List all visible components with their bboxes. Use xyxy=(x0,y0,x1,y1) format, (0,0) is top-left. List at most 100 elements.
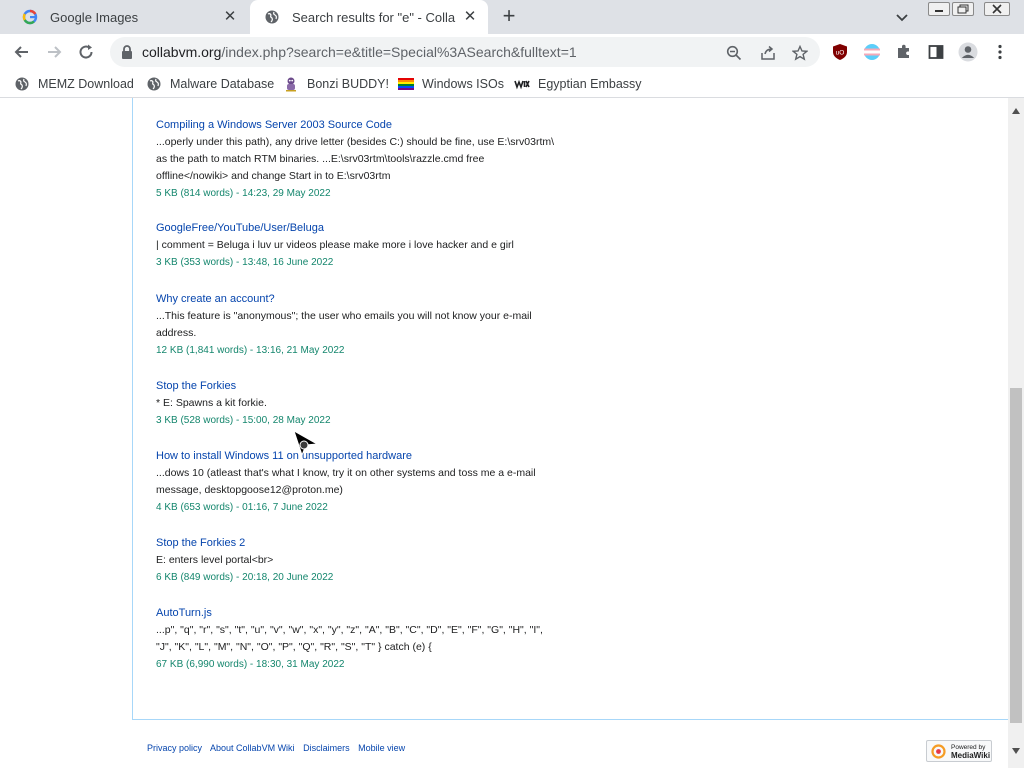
svg-text:uO: uO xyxy=(836,50,845,57)
powered-by-mediawiki-badge[interactable]: Powered by MediaWiki xyxy=(926,740,992,762)
mediawiki-icon xyxy=(931,744,946,759)
result-meta: 5 KB (814 words) - 14:23, 29 May 2022 xyxy=(156,188,331,199)
tab-search-results[interactable]: Search results for "e" - CollabVM ✕ xyxy=(250,0,488,34)
result-snippet: ...operly under this path), any drive le… xyxy=(156,136,555,148)
bonzi-icon xyxy=(286,77,296,92)
globe-icon xyxy=(15,77,29,91)
star-icon[interactable] xyxy=(792,45,808,61)
side-panel-icon[interactable] xyxy=(927,43,945,61)
bookmark-egyptian-embassy[interactable]: Egyptian Embassy xyxy=(514,76,642,92)
zoom-icon[interactable] xyxy=(726,45,742,61)
result-snippet: E: enters level portal<br> xyxy=(156,554,274,566)
result-snippet: "J", "K", "L", "M", "N", "O", "P", "Q", … xyxy=(156,641,432,653)
url-text[interactable]: collabvm.org/index.php?search=e&title=Sp… xyxy=(142,44,577,60)
bookmark-malware-database[interactable]: Malware Database xyxy=(146,76,274,92)
result-snippet: ...p", "q", "r", "s", "t", "u", "v", "w"… xyxy=(156,624,543,636)
search-result: GoogleFree/YouTube/User/Beluga | comment… xyxy=(156,220,514,271)
bookmark-label: MEMZ Download xyxy=(38,77,134,91)
result-meta: 6 KB (849 words) - 20:18, 20 June 2022 xyxy=(156,572,334,583)
restore-icon xyxy=(957,4,969,14)
google-icon xyxy=(22,9,38,25)
result-title-link[interactable]: GoogleFree/YouTube/User/Beluga xyxy=(156,220,514,237)
page-scrollbar[interactable] xyxy=(1008,98,1024,768)
scroll-down-arrow-icon[interactable] xyxy=(1012,748,1020,754)
powered-by-text: Powered by xyxy=(951,744,986,751)
tab-strip: Google Images ✕ Search results for "e" -… xyxy=(0,0,1024,34)
profile-avatar-icon[interactable] xyxy=(958,42,978,62)
globe-icon xyxy=(147,77,161,91)
ublock-icon[interactable]: uO xyxy=(831,43,849,61)
result-title-link[interactable]: AutoTurn.js xyxy=(156,605,543,622)
result-title-link[interactable]: Stop the Forkies 2 xyxy=(156,535,333,552)
tab-title: Search results for "e" - CollabVM xyxy=(292,9,456,25)
search-results-panel: Compiling a Windows Server 2003 Source C… xyxy=(132,98,1008,720)
bookmark-label: Malware Database xyxy=(170,77,275,91)
scroll-up-arrow-icon[interactable] xyxy=(1012,108,1020,114)
result-meta: 12 KB (1,841 words) - 13:16, 21 May 2022 xyxy=(156,345,345,356)
share-icon[interactable] xyxy=(760,45,776,61)
result-title-link[interactable]: Stop the Forkies xyxy=(156,378,331,395)
bookmark-memz-download[interactable]: MEMZ Download xyxy=(14,76,134,92)
result-snippet: offline</nowiki> and change Start in to … xyxy=(156,170,391,182)
window-close-button[interactable] xyxy=(984,2,1010,16)
close-icon xyxy=(992,4,1002,14)
back-icon[interactable] xyxy=(12,42,32,62)
bookmarks-bar: MEMZ Download Malware Database Bonzi BUD… xyxy=(0,70,1024,98)
bookmark-label: Egyptian Embassy xyxy=(538,77,642,91)
search-result: Compiling a Windows Server 2003 Source C… xyxy=(156,117,554,202)
reload-icon[interactable] xyxy=(76,42,96,62)
globe-icon xyxy=(265,10,279,24)
minimize-icon xyxy=(935,10,943,12)
new-tab-button[interactable]: + xyxy=(498,5,520,27)
address-bar[interactable]: collabvm.org/index.php?search=e&title=Sp… xyxy=(110,37,820,67)
browser-toolbar: collabvm.org/index.php?search=e&title=Sp… xyxy=(0,34,1024,70)
chevron-down-icon[interactable] xyxy=(894,9,910,25)
search-result: AutoTurn.js ...p", "q", "r", "s", "t", "… xyxy=(156,605,543,673)
bookmark-windows-isos[interactable]: Windows ISOs xyxy=(398,76,504,92)
bookmark-label: Windows ISOs xyxy=(422,77,504,91)
result-meta: 3 KB (353 words) - 13:48, 16 June 2022 xyxy=(156,257,334,268)
bookmark-bonzi-buddy[interactable]: Bonzi BUDDY! xyxy=(283,76,389,92)
result-snippet: | comment = Beluga i luv ur videos pleas… xyxy=(156,239,514,251)
footer-link-mobile-view[interactable]: Mobile view xyxy=(358,743,405,753)
mediawiki-text: MediaWiki xyxy=(951,751,991,760)
result-snippet: * E: Spawns a kit forkie. xyxy=(156,397,267,409)
url-path: /index.php?search=e&title=Special%3ASear… xyxy=(221,44,577,60)
result-snippet: message, desktopgoose12@proton.me) xyxy=(156,484,343,496)
result-title-link[interactable]: Why create an account? xyxy=(156,291,532,308)
search-result: Stop the Forkies 2 E: enters level porta… xyxy=(156,535,333,586)
result-snippet: ...dows 10 (atleast that's what I know, … xyxy=(156,467,536,479)
result-snippet: as the path to match RTM binaries. ...E:… xyxy=(156,153,485,165)
rainbow-flag-icon xyxy=(398,78,414,90)
restore-button[interactable] xyxy=(952,2,974,16)
scrollbar-thumb[interactable] xyxy=(1010,388,1022,723)
page-footer: Privacy policy About CollabVM Wiki Discl… xyxy=(147,743,411,753)
close-tab-icon[interactable]: ✕ xyxy=(462,9,478,25)
result-meta: 3 KB (528 words) - 15:00, 28 May 2022 xyxy=(156,415,331,426)
tab-title: Google Images xyxy=(50,9,139,25)
mouse-cursor-icon xyxy=(293,430,319,457)
minimize-button[interactable] xyxy=(928,2,950,16)
search-result: Why create an account? ...This feature i… xyxy=(156,291,532,359)
wix-icon xyxy=(514,79,530,90)
menu-kebab-icon[interactable] xyxy=(991,43,1009,61)
bookmark-label: Bonzi BUDDY! xyxy=(307,77,389,91)
result-title-link[interactable]: How to install Windows 11 on unsupported… xyxy=(156,448,536,465)
result-meta: 67 KB (6,990 words) - 18:30, 31 May 2022 xyxy=(156,659,345,670)
close-tab-icon[interactable]: ✕ xyxy=(222,9,238,25)
footer-link-privacy[interactable]: Privacy policy xyxy=(147,743,202,753)
trans-flag-icon[interactable] xyxy=(863,43,881,61)
result-snippet: address. xyxy=(156,327,197,339)
tab-google-images[interactable]: Google Images ✕ xyxy=(8,0,248,34)
result-meta: 4 KB (653 words) - 01:16, 7 June 2022 xyxy=(156,502,328,513)
extensions-puzzle-icon[interactable] xyxy=(895,43,913,61)
search-result: How to install Windows 11 on unsupported… xyxy=(156,448,536,516)
result-title-link[interactable]: Compiling a Windows Server 2003 Source C… xyxy=(156,117,554,134)
footer-link-about[interactable]: About CollabVM Wiki xyxy=(210,743,295,753)
forward-icon[interactable] xyxy=(44,42,64,62)
result-snippet: ...This feature is "anonymous"; the user… xyxy=(156,310,532,322)
url-host: collabvm.org xyxy=(142,44,222,60)
footer-link-disclaimers[interactable]: Disclaimers xyxy=(303,743,350,753)
search-result: Stop the Forkies * E: Spawns a kit forki… xyxy=(156,378,331,429)
lock-icon[interactable] xyxy=(120,44,134,60)
